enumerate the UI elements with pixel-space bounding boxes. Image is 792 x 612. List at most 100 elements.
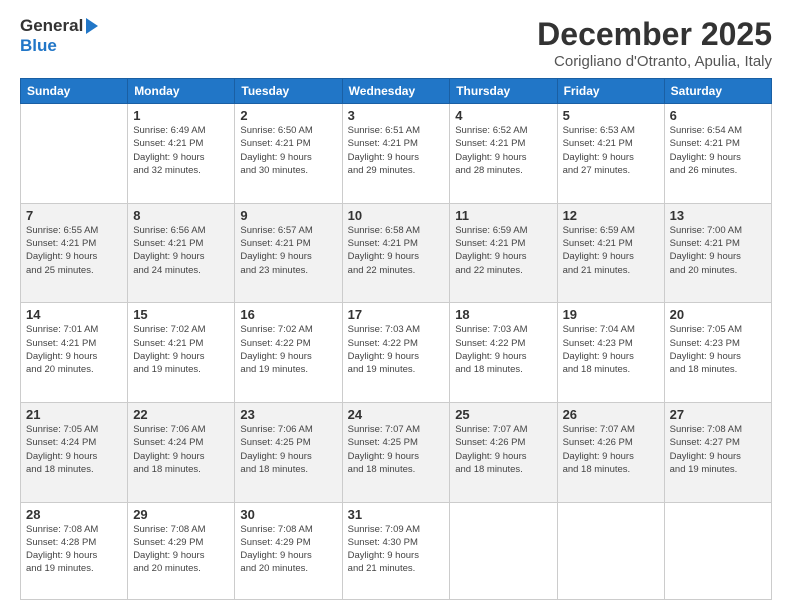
month-title: December 2025 [537,16,772,53]
location-title: Corigliano d'Otranto, Apulia, Italy [537,53,772,70]
table-row: 24Sunrise: 7:07 AM Sunset: 4:25 PM Dayli… [342,402,450,502]
day-number: 24 [348,407,445,422]
table-row: 11Sunrise: 6:59 AM Sunset: 4:21 PM Dayli… [450,203,557,303]
day-info: Sunrise: 6:56 AM Sunset: 4:21 PM Dayligh… [133,224,229,277]
day-info: Sunrise: 6:59 AM Sunset: 4:21 PM Dayligh… [563,224,659,277]
day-number: 10 [348,208,445,223]
table-row: 8Sunrise: 6:56 AM Sunset: 4:21 PM Daylig… [128,203,235,303]
day-info: Sunrise: 7:00 AM Sunset: 4:21 PM Dayligh… [670,224,766,277]
day-number: 22 [133,407,229,422]
day-info: Sunrise: 7:05 AM Sunset: 4:24 PM Dayligh… [26,423,122,476]
table-row: 5Sunrise: 6:53 AM Sunset: 4:21 PM Daylig… [557,104,664,204]
col-wednesday: Wednesday [342,79,450,104]
day-number: 27 [670,407,766,422]
day-number: 1 [133,108,229,123]
day-number: 28 [26,507,122,522]
day-info: Sunrise: 7:09 AM Sunset: 4:30 PM Dayligh… [348,523,445,576]
table-row: 2Sunrise: 6:50 AM Sunset: 4:21 PM Daylig… [235,104,342,204]
col-monday: Monday [128,79,235,104]
day-number: 25 [455,407,551,422]
day-number: 30 [240,507,336,522]
day-number: 8 [133,208,229,223]
table-row: 19Sunrise: 7:04 AM Sunset: 4:23 PM Dayli… [557,303,664,403]
day-info: Sunrise: 6:59 AM Sunset: 4:21 PM Dayligh… [455,224,551,277]
table-row: 9Sunrise: 6:57 AM Sunset: 4:21 PM Daylig… [235,203,342,303]
calendar-week-row: 28Sunrise: 7:08 AM Sunset: 4:28 PM Dayli… [21,502,772,599]
day-number: 18 [455,307,551,322]
day-info: Sunrise: 7:02 AM Sunset: 4:21 PM Dayligh… [133,323,229,376]
table-row: 4Sunrise: 6:52 AM Sunset: 4:21 PM Daylig… [450,104,557,204]
table-row [664,502,771,599]
day-info: Sunrise: 6:54 AM Sunset: 4:21 PM Dayligh… [670,124,766,177]
table-row: 28Sunrise: 7:08 AM Sunset: 4:28 PM Dayli… [21,502,128,599]
day-info: Sunrise: 7:01 AM Sunset: 4:21 PM Dayligh… [26,323,122,376]
day-number: 17 [348,307,445,322]
table-row: 3Sunrise: 6:51 AM Sunset: 4:21 PM Daylig… [342,104,450,204]
day-number: 12 [563,208,659,223]
day-number: 2 [240,108,336,123]
day-info: Sunrise: 7:08 AM Sunset: 4:27 PM Dayligh… [670,423,766,476]
table-row [450,502,557,599]
calendar-week-row: 21Sunrise: 7:05 AM Sunset: 4:24 PM Dayli… [21,402,772,502]
table-row: 10Sunrise: 6:58 AM Sunset: 4:21 PM Dayli… [342,203,450,303]
table-row: 17Sunrise: 7:03 AM Sunset: 4:22 PM Dayli… [342,303,450,403]
col-friday: Friday [557,79,664,104]
col-sunday: Sunday [21,79,128,104]
day-number: 31 [348,507,445,522]
table-row: 7Sunrise: 6:55 AM Sunset: 4:21 PM Daylig… [21,203,128,303]
header: General Blue December 2025 Corigliano d'… [20,16,772,70]
table-row: 26Sunrise: 7:07 AM Sunset: 4:26 PM Dayli… [557,402,664,502]
table-row: 14Sunrise: 7:01 AM Sunset: 4:21 PM Dayli… [21,303,128,403]
day-info: Sunrise: 7:08 AM Sunset: 4:29 PM Dayligh… [240,523,336,576]
day-number: 20 [670,307,766,322]
day-info: Sunrise: 7:07 AM Sunset: 4:25 PM Dayligh… [348,423,445,476]
day-number: 4 [455,108,551,123]
day-info: Sunrise: 7:06 AM Sunset: 4:25 PM Dayligh… [240,423,336,476]
table-row: 6Sunrise: 6:54 AM Sunset: 4:21 PM Daylig… [664,104,771,204]
day-info: Sunrise: 6:52 AM Sunset: 4:21 PM Dayligh… [455,124,551,177]
day-info: Sunrise: 6:50 AM Sunset: 4:21 PM Dayligh… [240,124,336,177]
table-row: 18Sunrise: 7:03 AM Sunset: 4:22 PM Dayli… [450,303,557,403]
logo-blue: Blue [20,36,98,56]
day-info: Sunrise: 7:08 AM Sunset: 4:29 PM Dayligh… [133,523,229,576]
day-info: Sunrise: 7:07 AM Sunset: 4:26 PM Dayligh… [563,423,659,476]
day-info: Sunrise: 6:58 AM Sunset: 4:21 PM Dayligh… [348,224,445,277]
day-number: 19 [563,307,659,322]
day-info: Sunrise: 7:07 AM Sunset: 4:26 PM Dayligh… [455,423,551,476]
logo-arrow-icon [86,18,98,34]
calendar-table: Sunday Monday Tuesday Wednesday Thursday… [20,78,772,600]
day-number: 23 [240,407,336,422]
table-row: 25Sunrise: 7:07 AM Sunset: 4:26 PM Dayli… [450,402,557,502]
day-info: Sunrise: 7:03 AM Sunset: 4:22 PM Dayligh… [455,323,551,376]
calendar-week-row: 7Sunrise: 6:55 AM Sunset: 4:21 PM Daylig… [21,203,772,303]
table-row: 15Sunrise: 7:02 AM Sunset: 4:21 PM Dayli… [128,303,235,403]
day-info: Sunrise: 7:08 AM Sunset: 4:28 PM Dayligh… [26,523,122,576]
table-row: 31Sunrise: 7:09 AM Sunset: 4:30 PM Dayli… [342,502,450,599]
day-number: 7 [26,208,122,223]
day-number: 13 [670,208,766,223]
table-row [21,104,128,204]
day-number: 26 [563,407,659,422]
table-row: 1Sunrise: 6:49 AM Sunset: 4:21 PM Daylig… [128,104,235,204]
day-number: 9 [240,208,336,223]
day-info: Sunrise: 6:51 AM Sunset: 4:21 PM Dayligh… [348,124,445,177]
table-row: 12Sunrise: 6:59 AM Sunset: 4:21 PM Dayli… [557,203,664,303]
table-row: 22Sunrise: 7:06 AM Sunset: 4:24 PM Dayli… [128,402,235,502]
table-row: 20Sunrise: 7:05 AM Sunset: 4:23 PM Dayli… [664,303,771,403]
day-info: Sunrise: 7:02 AM Sunset: 4:22 PM Dayligh… [240,323,336,376]
day-info: Sunrise: 6:55 AM Sunset: 4:21 PM Dayligh… [26,224,122,277]
day-number: 14 [26,307,122,322]
calendar-week-row: 1Sunrise: 6:49 AM Sunset: 4:21 PM Daylig… [21,104,772,204]
day-number: 11 [455,208,551,223]
day-number: 29 [133,507,229,522]
col-tuesday: Tuesday [235,79,342,104]
day-info: Sunrise: 7:04 AM Sunset: 4:23 PM Dayligh… [563,323,659,376]
table-row: 30Sunrise: 7:08 AM Sunset: 4:29 PM Dayli… [235,502,342,599]
day-number: 5 [563,108,659,123]
day-number: 6 [670,108,766,123]
logo-general: General [20,16,83,36]
table-row: 21Sunrise: 7:05 AM Sunset: 4:24 PM Dayli… [21,402,128,502]
day-number: 3 [348,108,445,123]
title-section: December 2025 Corigliano d'Otranto, Apul… [537,16,772,70]
table-row: 27Sunrise: 7:08 AM Sunset: 4:27 PM Dayli… [664,402,771,502]
